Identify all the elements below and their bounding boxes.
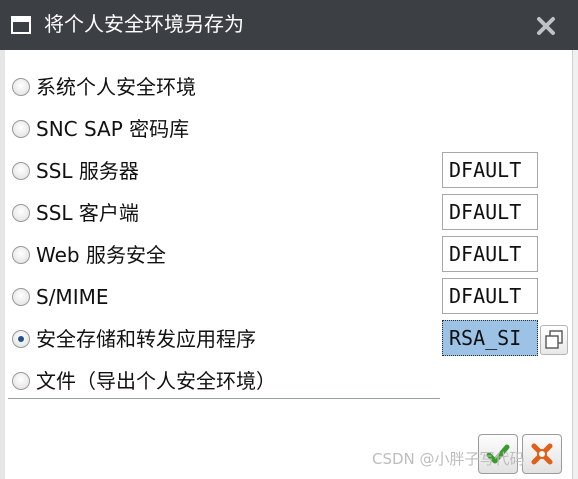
option-label: Web 服务安全 — [36, 243, 166, 267]
save-as-icon — [11, 16, 31, 34]
confirm-button[interactable] — [478, 434, 518, 474]
left-rail — [0, 50, 5, 479]
ssl-client-code-field[interactable]: DFAULT — [442, 194, 538, 230]
cancel-icon — [531, 443, 553, 465]
option-file-export[interactable]: 文件（导出个人安全环境） — [8, 364, 438, 400]
close-icon[interactable] — [534, 14, 558, 38]
radio-file-export[interactable] — [12, 372, 30, 390]
option-label: SSL 服务器 — [36, 159, 139, 183]
radio-ssl-server[interactable] — [12, 162, 30, 180]
radio-ssf-application[interactable] — [12, 330, 30, 348]
value-help-button[interactable] — [540, 325, 568, 355]
radio-smime[interactable] — [12, 288, 30, 306]
option-label: 系统个人安全环境 — [36, 75, 196, 99]
ssf-application-code-field[interactable]: RSA_SI — [442, 320, 538, 356]
separator-line — [8, 398, 440, 399]
radio-web-service-security[interactable] — [12, 246, 30, 264]
right-rail — [572, 50, 578, 479]
option-snc-sap-cryptolib[interactable]: SNC SAP 密码库 — [8, 112, 438, 148]
smime-code-field[interactable]: DFAULT — [442, 278, 538, 314]
option-label: 文件（导出个人安全环境） — [36, 369, 276, 393]
radio-snc-sap-cryptolib[interactable] — [12, 120, 30, 138]
option-smime[interactable]: S/MIME — [8, 280, 438, 316]
option-label: SNC SAP 密码库 — [36, 117, 190, 141]
dialog-title: 将个人安全环境另存为 — [44, 12, 244, 36]
web-service-security-code-field[interactable]: DFAULT — [442, 236, 538, 272]
cancel-button[interactable] — [522, 434, 562, 474]
dialog-titlebar: 将个人安全环境另存为 — [0, 0, 578, 50]
ssl-server-code-field[interactable]: DFAULT — [442, 152, 538, 188]
radio-system-pse[interactable] — [12, 78, 30, 96]
option-system-pse[interactable]: 系统个人安全环境 — [8, 70, 438, 106]
option-ssl-server[interactable]: SSL 服务器 — [8, 154, 438, 190]
radio-ssl-client[interactable] — [12, 204, 30, 222]
copy-icon — [545, 330, 563, 349]
option-label: 安全存储和转发应用程序 — [36, 327, 256, 351]
option-web-service-security[interactable]: Web 服务安全 — [8, 238, 438, 274]
option-ssf-application[interactable]: 安全存储和转发应用程序 — [8, 322, 438, 358]
option-label: S/MIME — [36, 285, 109, 309]
option-ssl-client[interactable]: SSL 客户端 — [8, 196, 438, 232]
checkmark-icon — [486, 444, 510, 464]
option-label: SSL 客户端 — [36, 201, 139, 225]
